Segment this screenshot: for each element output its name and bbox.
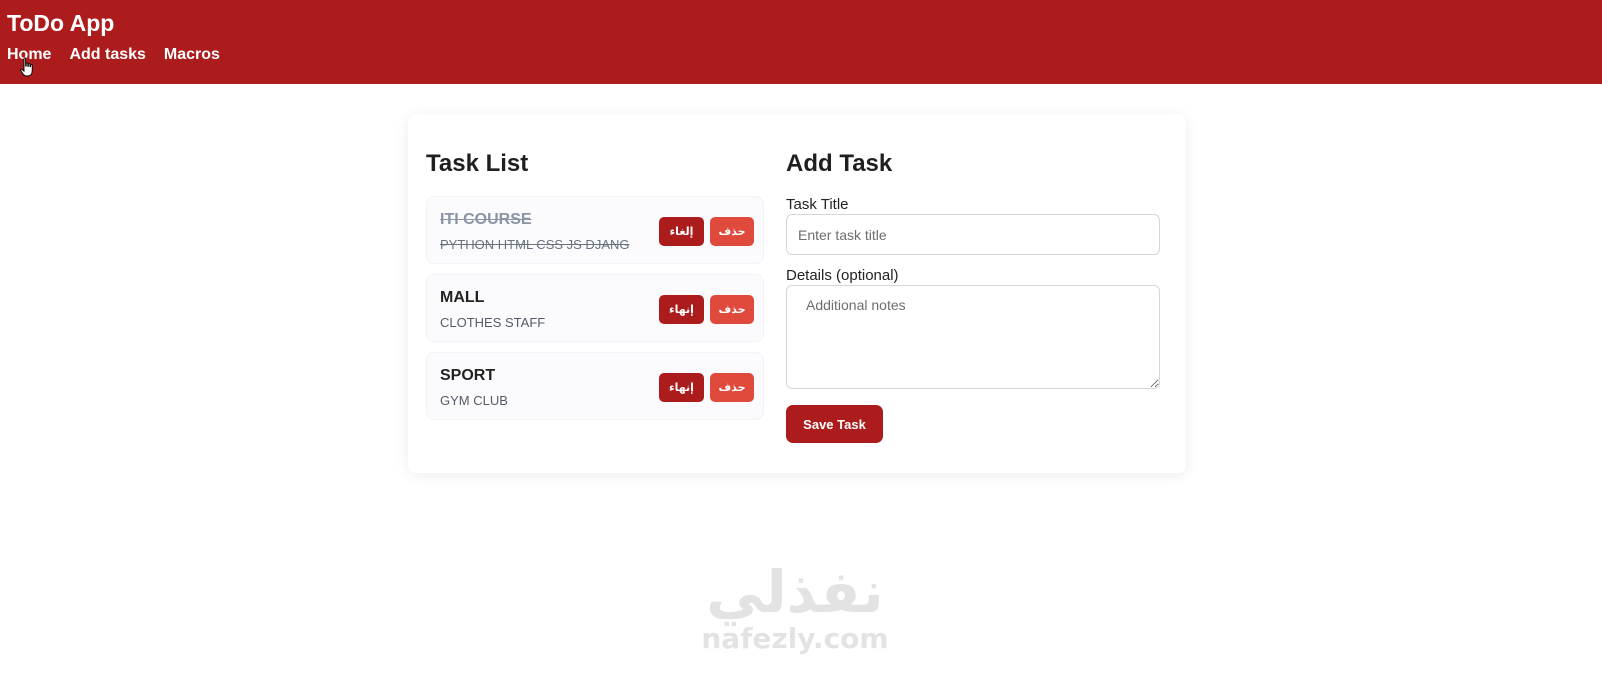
task-item: SPORT GYM CLUB إنهاء حذف [426, 352, 764, 420]
nafezly-watermark: نفذلي nafezly.com [690, 560, 900, 670]
complete-task-button[interactable]: إنهاء [659, 373, 704, 402]
top-navbar: ToDo App Home Add tasks Macros [0, 0, 1602, 84]
task-title: ITI COURSE [440, 211, 532, 228]
task-title: SPORT [440, 367, 496, 384]
task-list-heading: Task List [426, 150, 529, 177]
app-title: ToDo App [7, 10, 115, 36]
watermark-arabic-text: نفذلي [706, 558, 884, 626]
save-task-button[interactable]: Save Task [786, 405, 883, 443]
task-item: MALL CLOTHES STAFF إنهاء حذف [426, 274, 764, 342]
main-nav: Home Add tasks Macros [7, 46, 238, 64]
add-task-heading: Add Task [786, 150, 893, 177]
hand-pointer-icon [20, 57, 33, 77]
task-item: ITI COURSE PYTHON HTML CSS JS DJANG إلغا… [426, 196, 764, 264]
nav-macros-link[interactable]: Macros [164, 46, 220, 64]
add-task-panel: Add Task Task Title Details (optional) S… [786, 150, 1160, 443]
cancel-task-button[interactable]: إلغاء [659, 217, 704, 246]
task-details-label: Details (optional) [786, 267, 899, 284]
delete-task-button[interactable]: حذف [710, 373, 754, 402]
nav-add-tasks-link[interactable]: Add tasks [69, 46, 145, 64]
task-title-input[interactable] [786, 214, 1160, 255]
task-details: CLOTHES STAFF [440, 315, 546, 330]
delete-task-button[interactable]: حذف [710, 217, 754, 246]
todo-card: Task List ITI COURSE PYTHON HTML CSS JS … [408, 114, 1186, 473]
complete-task-button[interactable]: إنهاء [659, 295, 704, 324]
task-details: PYTHON HTML CSS JS DJANG [440, 237, 630, 252]
task-title: MALL [440, 289, 485, 306]
task-details-textarea[interactable] [786, 285, 1160, 389]
task-title-label: Task Title [786, 196, 849, 213]
task-details: GYM CLUB [440, 393, 508, 408]
task-list-panel: Task List ITI COURSE PYTHON HTML CSS JS … [426, 150, 764, 420]
watermark-latin-text: nafezly.com [701, 622, 889, 655]
delete-task-button[interactable]: حذف [710, 295, 754, 324]
